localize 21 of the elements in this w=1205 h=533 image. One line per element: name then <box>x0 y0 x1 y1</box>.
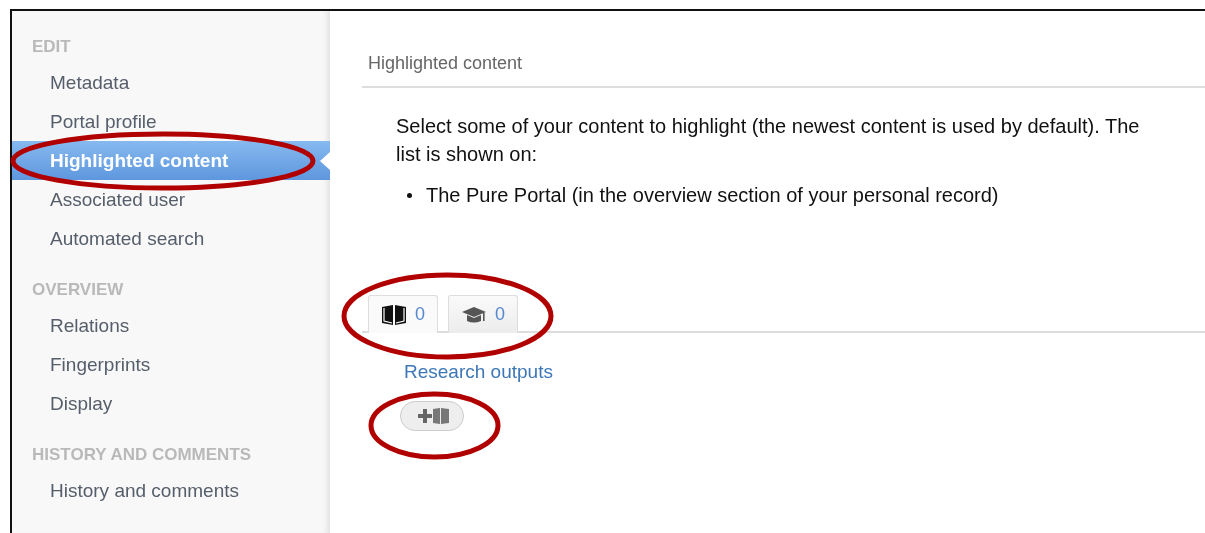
sidebar-item[interactable]: Associated user <box>12 180 330 219</box>
intro-text: Select some of your content to highlight (the newest content is used by default). The list is shown on: <box>396 114 1141 167</box>
sidebar-item[interactable]: Relations <box>12 306 330 345</box>
sidebar-item[interactable]: Fingerprints <box>12 345 330 384</box>
section-heading: OVERVIEW <box>31 280 125 301</box>
tab[interactable]: 0 <box>368 295 438 333</box>
book-icon <box>381 303 407 326</box>
sidebar-item[interactable]: Display <box>12 384 330 423</box>
sidebar-item[interactable]: History and comments <box>12 471 330 510</box>
graduation-cap-icon <box>461 305 487 324</box>
tab[interactable]: 0 <box>448 295 519 333</box>
sidebar-item[interactable]: Automated search <box>12 219 330 258</box>
add-button[interactable] <box>400 401 464 431</box>
research-outputs-link[interactable]: Research outputs <box>404 361 553 383</box>
sidebar-item[interactable]: Metadata <box>12 63 330 102</box>
section-heading: EDIT <box>31 37 72 58</box>
section-title: Highlighted content <box>362 53 1205 88</box>
sidebar-item[interactable]: Portal profile <box>12 102 330 141</box>
section-heading: HISTORY AND COMMENTS <box>31 445 253 466</box>
bullet-text: The Pure Portal (in the overview section of your personal record) <box>426 184 999 207</box>
bullet-icon <box>407 193 412 198</box>
